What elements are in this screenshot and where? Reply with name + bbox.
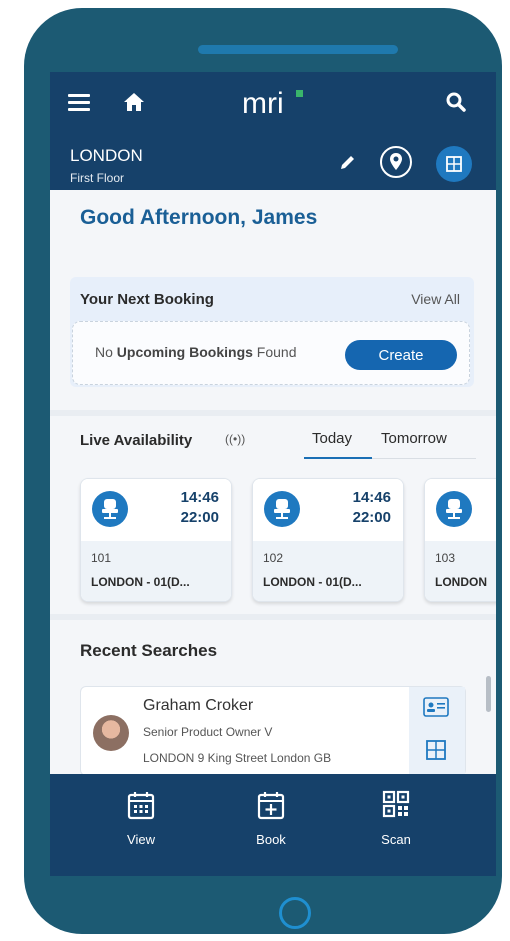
- view-all-link[interactable]: View All: [411, 291, 460, 307]
- room-start-time: 14:46: [180, 489, 219, 506]
- next-booking-title: Your Next Booking: [80, 291, 214, 308]
- room-card-102[interactable]: 14:46 22:00 102 LONDON - 01(D...: [252, 478, 404, 602]
- calendar-view-icon: [127, 792, 155, 820]
- room-name: LONDON: [435, 575, 487, 589]
- home-icon[interactable]: [122, 90, 146, 114]
- room-number: 101: [91, 551, 112, 565]
- live-availability-title: Live Availability: [80, 432, 193, 449]
- desk-chair-icon: [264, 491, 300, 527]
- room-card-103[interactable]: 103 LONDON: [424, 478, 496, 602]
- room-end-time: 22:00: [352, 509, 391, 526]
- room-card-bottom: [253, 541, 403, 601]
- nav-book[interactable]: Book: [231, 790, 311, 870]
- avatar: [93, 715, 129, 751]
- nav-scan[interactable]: Scan: [356, 790, 436, 870]
- person-location: LONDON 9 King Street London GB: [143, 751, 332, 765]
- tab-tomorrow[interactable]: Tomorrow: [381, 430, 447, 447]
- contact-card-icon[interactable]: [423, 697, 449, 717]
- no-bookings-prefix: No: [95, 344, 117, 360]
- search-icon[interactable]: [444, 90, 468, 114]
- phone-home-button[interactable]: [279, 897, 311, 929]
- room-name: LONDON - 01(D...: [263, 575, 362, 589]
- edit-icon[interactable]: [338, 152, 358, 172]
- calendar-add-icon: [257, 792, 285, 820]
- app-screen: mri LONDON First Floor Good Afternoon, J: [50, 72, 496, 876]
- desk-chair-icon: [436, 491, 472, 527]
- room-card-101[interactable]: 14:46 22:00 101 LONDON - 01(D...: [80, 478, 232, 602]
- location-name[interactable]: LONDON: [70, 146, 143, 166]
- brand-text: mri: [242, 87, 284, 120]
- nav-view[interactable]: View: [101, 790, 181, 870]
- no-bookings-suffix: Found: [252, 344, 297, 360]
- no-bookings-bold: Upcoming Bookings: [116, 344, 253, 360]
- qr-code-icon: [382, 790, 410, 818]
- create-booking-button[interactable]: Create: [345, 340, 457, 370]
- section-divider: [50, 614, 496, 620]
- room-number: 103: [435, 551, 456, 565]
- nav-book-label: Book: [256, 832, 286, 847]
- room-name: LONDON - 01(D...: [91, 575, 190, 589]
- nav-view-label: View: [127, 832, 155, 847]
- desk-chair-icon: [92, 491, 128, 527]
- location-floor[interactable]: First Floor: [70, 171, 124, 185]
- phone-speaker: [198, 45, 398, 54]
- active-tab-indicator: [304, 457, 372, 459]
- floor-plan-icon[interactable]: [425, 739, 447, 761]
- room-number: 102: [263, 551, 284, 565]
- no-bookings-text: No Upcoming Bookings Found: [95, 344, 297, 360]
- room-end-time: 22:00: [180, 509, 219, 526]
- room-card-bottom: [425, 541, 496, 601]
- nav-scan-label: Scan: [381, 832, 411, 847]
- floor-plan-icon[interactable]: [436, 146, 472, 182]
- person-name: Graham Croker: [143, 697, 254, 714]
- person-actions: [409, 687, 465, 775]
- brand-logo: mri: [242, 87, 303, 120]
- menu-icon[interactable]: [68, 94, 90, 112]
- location-pin-icon[interactable]: [380, 146, 412, 178]
- recent-person-card[interactable]: Graham Croker Senior Product Owner V LON…: [80, 686, 466, 776]
- bottom-nav: View Book Scan: [50, 774, 496, 876]
- next-booking-section: Your Next Booking View All No Upcoming B…: [70, 277, 474, 387]
- section-divider: [50, 410, 496, 416]
- tab-underline: [372, 458, 476, 459]
- greeting-heading: Good Afternoon, James: [80, 206, 318, 229]
- top-bar: mri LONDON First Floor: [50, 72, 496, 190]
- room-card-bottom: [81, 541, 231, 601]
- person-role: Senior Product Owner V: [143, 725, 273, 739]
- recent-searches-title: Recent Searches: [80, 641, 218, 660]
- scrollbar-thumb[interactable]: [486, 676, 491, 712]
- tab-today[interactable]: Today: [312, 430, 352, 447]
- empty-booking-card: No Upcoming Bookings Found Create: [72, 321, 470, 385]
- room-start-time: 14:46: [352, 489, 391, 506]
- live-signal-icon: ((•)): [225, 432, 246, 446]
